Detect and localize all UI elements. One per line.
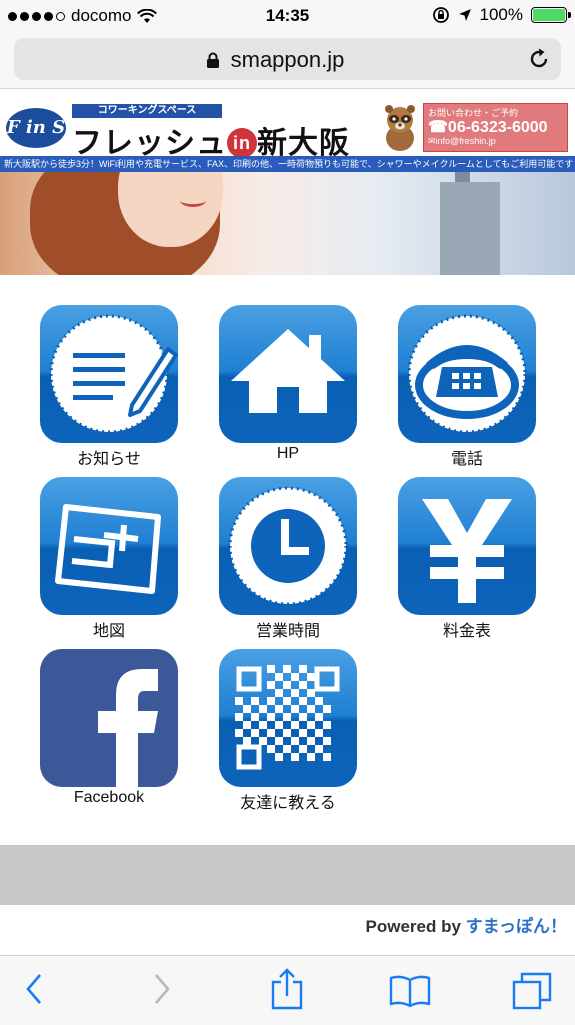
header-banner: F in S コワーキングスペース フレッシュ in 新大阪 お問い合わせ・ご予約 … — [0, 100, 575, 275]
menu-item-facebook[interactable]: Facebook — [39, 649, 179, 807]
powered-by-brand-link[interactable]: すまっぽん！ — [466, 917, 567, 936]
menu-label-phone: 電話 — [450, 451, 483, 468]
contact-email: ✉info@freshin.jp — [428, 136, 496, 146]
menu-item-phone[interactable]: 電話 — [397, 305, 537, 469]
status-bar: docomo 14:35 100% — [0, 0, 575, 32]
menu-label-map: 地図 — [92, 623, 125, 640]
back-icon[interactable] — [24, 972, 44, 1006]
browser-toolbar — [0, 955, 575, 1025]
browser-address-area: smappon.jp — [0, 32, 575, 89]
forward-icon[interactable] — [152, 972, 172, 1006]
bookmarks-icon[interactable] — [389, 974, 431, 1008]
qr-code-icon — [219, 649, 357, 787]
share-icon[interactable] — [270, 968, 304, 1010]
contact-phone: ☎06-6323-6000 — [428, 119, 548, 136]
facebook-icon — [40, 649, 178, 787]
home-icon — [219, 305, 357, 443]
location-arrow-icon — [458, 9, 471, 21]
status-right: 100% — [432, 5, 571, 25]
battery-percent: 100% — [479, 5, 523, 24]
banner-tagline: 新大阪駅から徒歩3分！WiFi利用や充電サービス、FAX、印刷の他、一時荷物預り… — [0, 156, 575, 172]
footer-band — [0, 845, 575, 905]
banner-photo — [0, 172, 575, 275]
menu-label-facebook: Facebook — [73, 789, 145, 806]
menu-item-map[interactable]: 地図 — [39, 477, 179, 641]
clock-icon — [219, 477, 357, 615]
menu-label-news: お知らせ — [77, 451, 141, 468]
brand-logo: F in S — [6, 108, 66, 148]
tabs-icon[interactable] — [512, 972, 552, 1010]
menu-label-hp: HP — [276, 445, 300, 462]
menu-item-hours[interactable]: 営業時間 — [218, 477, 358, 641]
menu-item-share[interactable]: 友達に教える — [218, 649, 358, 813]
menu-item-price[interactable]: 料金表 — [397, 477, 537, 641]
battery-icon — [531, 7, 571, 23]
contact-heading: お問い合わせ・ご予約 — [428, 108, 519, 118]
menu-label-price: 料金表 — [442, 623, 491, 640]
menu-label-hours: 営業時間 — [255, 623, 320, 640]
menu-item-hp[interactable]: HP — [218, 305, 358, 463]
banner-subtitle: コワーキングスペース — [72, 104, 222, 118]
url-text: smappon.jp — [230, 47, 345, 72]
address-bar[interactable]: smappon.jp — [14, 38, 561, 80]
menu-label-share: 友達に教える — [240, 795, 336, 812]
powered-by: Powered by すまっぽん！ — [366, 912, 567, 937]
banner-top: F in S コワーキングスペース フレッシュ in 新大阪 お問い合わせ・ご予約 … — [0, 100, 575, 160]
map-icon — [40, 477, 178, 615]
orientation-lock-icon — [432, 7, 449, 23]
banner-title-badge: in — [227, 128, 257, 158]
phone-icon — [398, 305, 536, 443]
powered-by-text: Powered by — [365, 917, 461, 936]
contact-box: お問い合わせ・ご予約 ☎06-6323-6000 ✉info@freshin.j… — [423, 103, 568, 152]
mascot-icon — [385, 105, 415, 151]
yen-icon — [398, 477, 536, 615]
menu-item-news[interactable]: お知らせ — [39, 305, 179, 469]
reload-icon[interactable] — [527, 47, 551, 71]
menu-grid: お知らせ HP 電話 地図 営業時間 料金表 Facebook 友達に教える — [0, 305, 575, 815]
news-icon — [40, 305, 178, 443]
